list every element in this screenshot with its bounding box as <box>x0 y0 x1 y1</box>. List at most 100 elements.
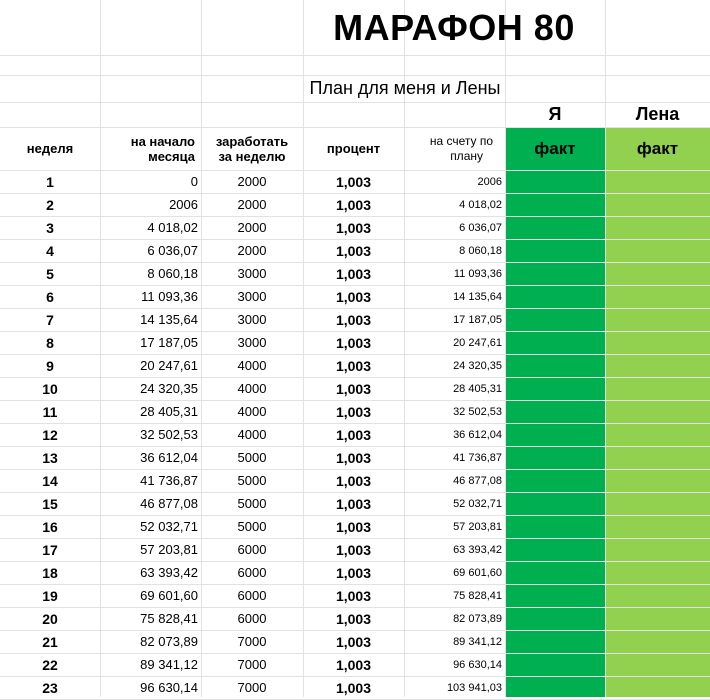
week-cell[interactable]: 12 <box>0 423 100 446</box>
percent-cell[interactable]: 1,003 <box>303 400 404 423</box>
week-cell[interactable]: 18 <box>0 561 100 584</box>
plan-balance-cell[interactable]: 46 877,08 <box>404 469 505 492</box>
header-week[interactable]: неделя <box>0 127 100 170</box>
start-balance-cell[interactable]: 52 032,71 <box>100 515 201 538</box>
start-balance-cell[interactable]: 41 736,87 <box>100 469 201 492</box>
earn-cell[interactable]: 3000 <box>201 308 303 331</box>
percent-cell[interactable]: 1,003 <box>303 676 404 699</box>
percent-cell[interactable]: 1,003 <box>303 216 404 239</box>
week-cell[interactable]: 5 <box>0 262 100 285</box>
start-balance-cell[interactable]: 57 203,81 <box>100 538 201 561</box>
earn-cell[interactable]: 6000 <box>201 607 303 630</box>
plan-balance-cell[interactable]: 57 203,81 <box>404 515 505 538</box>
earn-cell[interactable]: 5000 <box>201 446 303 469</box>
earn-cell[interactable]: 5000 <box>201 515 303 538</box>
week-cell[interactable]: 23 <box>0 676 100 699</box>
week-cell[interactable]: 1 <box>0 170 100 193</box>
earn-cell[interactable]: 4000 <box>201 354 303 377</box>
start-balance-cell[interactable]: 32 502,53 <box>100 423 201 446</box>
percent-cell[interactable]: 1,003 <box>303 469 404 492</box>
start-balance-cell[interactable]: 96 630,14 <box>100 676 201 699</box>
plan-balance-cell[interactable]: 103 941,03 <box>404 676 505 699</box>
plan-balance-cell[interactable]: 36 612,04 <box>404 423 505 446</box>
header-fact-me[interactable]: факт <box>505 127 605 170</box>
earn-cell[interactable]: 7000 <box>201 653 303 676</box>
earn-cell[interactable]: 5000 <box>201 469 303 492</box>
plan-balance-cell[interactable]: 41 736,87 <box>404 446 505 469</box>
earn-cell[interactable]: 3000 <box>201 331 303 354</box>
percent-cell[interactable]: 1,003 <box>303 285 404 308</box>
earn-cell[interactable]: 4000 <box>201 377 303 400</box>
start-balance-cell[interactable]: 46 877,08 <box>100 492 201 515</box>
week-cell[interactable]: 10 <box>0 377 100 400</box>
plan-balance-cell[interactable]: 2006 <box>404 170 505 193</box>
week-cell[interactable]: 15 <box>0 492 100 515</box>
week-cell[interactable]: 20 <box>0 607 100 630</box>
plan-balance-cell[interactable]: 32 502,53 <box>404 400 505 423</box>
percent-cell[interactable]: 1,003 <box>303 308 404 331</box>
start-balance-cell[interactable]: 17 187,05 <box>100 331 201 354</box>
percent-cell[interactable]: 1,003 <box>303 170 404 193</box>
plan-balance-cell[interactable]: 14 135,64 <box>404 285 505 308</box>
plan-balance-cell[interactable]: 75 828,41 <box>404 584 505 607</box>
start-balance-cell[interactable]: 63 393,42 <box>100 561 201 584</box>
week-cell[interactable]: 3 <box>0 216 100 239</box>
week-cell[interactable]: 13 <box>0 446 100 469</box>
earn-cell[interactable]: 4000 <box>201 423 303 446</box>
plan-balance-cell[interactable]: 52 032,71 <box>404 492 505 515</box>
week-cell[interactable]: 4 <box>0 239 100 262</box>
week-cell[interactable]: 21 <box>0 630 100 653</box>
week-cell[interactable]: 7 <box>0 308 100 331</box>
start-balance-cell[interactable]: 89 341,12 <box>100 653 201 676</box>
earn-cell[interactable]: 6000 <box>201 584 303 607</box>
person-lena-label[interactable]: Лена <box>605 102 710 127</box>
plan-balance-cell[interactable]: 24 320,35 <box>404 354 505 377</box>
page-title[interactable]: МАРАФОН 80 <box>303 0 605 55</box>
percent-cell[interactable]: 1,003 <box>303 193 404 216</box>
earn-cell[interactable]: 5000 <box>201 492 303 515</box>
plan-balance-cell[interactable]: 11 093,36 <box>404 262 505 285</box>
start-balance-cell[interactable]: 75 828,41 <box>100 607 201 630</box>
plan-balance-cell[interactable]: 28 405,31 <box>404 377 505 400</box>
earn-cell[interactable]: 6000 <box>201 538 303 561</box>
plan-balance-cell[interactable]: 4 018,02 <box>404 193 505 216</box>
percent-cell[interactable]: 1,003 <box>303 538 404 561</box>
percent-cell[interactable]: 1,003 <box>303 584 404 607</box>
plan-balance-cell[interactable]: 8 060,18 <box>404 239 505 262</box>
percent-cell[interactable]: 1,003 <box>303 653 404 676</box>
week-cell[interactable]: 19 <box>0 584 100 607</box>
person-me-label[interactable]: Я <box>505 102 605 127</box>
start-balance-cell[interactable]: 14 135,64 <box>100 308 201 331</box>
plan-balance-cell[interactable]: 69 601,60 <box>404 561 505 584</box>
week-cell[interactable]: 6 <box>0 285 100 308</box>
percent-cell[interactable]: 1,003 <box>303 561 404 584</box>
earn-cell[interactable]: 6000 <box>201 561 303 584</box>
spreadsheet-grid[interactable]: МАРАФОН 80 План для меня и Лены Я Лена н… <box>0 0 710 700</box>
earn-cell[interactable]: 3000 <box>201 285 303 308</box>
week-cell[interactable]: 22 <box>0 653 100 676</box>
earn-cell[interactable]: 4000 <box>201 400 303 423</box>
percent-cell[interactable]: 1,003 <box>303 354 404 377</box>
start-balance-cell[interactable]: 69 601,60 <box>100 584 201 607</box>
week-cell[interactable]: 2 <box>0 193 100 216</box>
percent-cell[interactable]: 1,003 <box>303 262 404 285</box>
start-balance-cell[interactable]: 2006 <box>100 193 201 216</box>
percent-cell[interactable]: 1,003 <box>303 423 404 446</box>
week-cell[interactable]: 14 <box>0 469 100 492</box>
percent-cell[interactable]: 1,003 <box>303 377 404 400</box>
header-start[interactable]: на начало месяца <box>100 127 201 170</box>
percent-cell[interactable]: 1,003 <box>303 515 404 538</box>
earn-cell[interactable]: 2000 <box>201 216 303 239</box>
plan-balance-cell[interactable]: 96 630,14 <box>404 653 505 676</box>
header-fact-lena[interactable]: факт <box>605 127 710 170</box>
start-balance-cell[interactable]: 24 320,35 <box>100 377 201 400</box>
plan-balance-cell[interactable]: 6 036,07 <box>404 216 505 239</box>
percent-cell[interactable]: 1,003 <box>303 492 404 515</box>
percent-cell[interactable]: 1,003 <box>303 607 404 630</box>
earn-cell[interactable]: 3000 <box>201 262 303 285</box>
week-cell[interactable]: 8 <box>0 331 100 354</box>
earn-cell[interactable]: 2000 <box>201 170 303 193</box>
start-balance-cell[interactable]: 20 247,61 <box>100 354 201 377</box>
start-balance-cell[interactable]: 8 060,18 <box>100 262 201 285</box>
start-balance-cell[interactable]: 0 <box>100 170 201 193</box>
